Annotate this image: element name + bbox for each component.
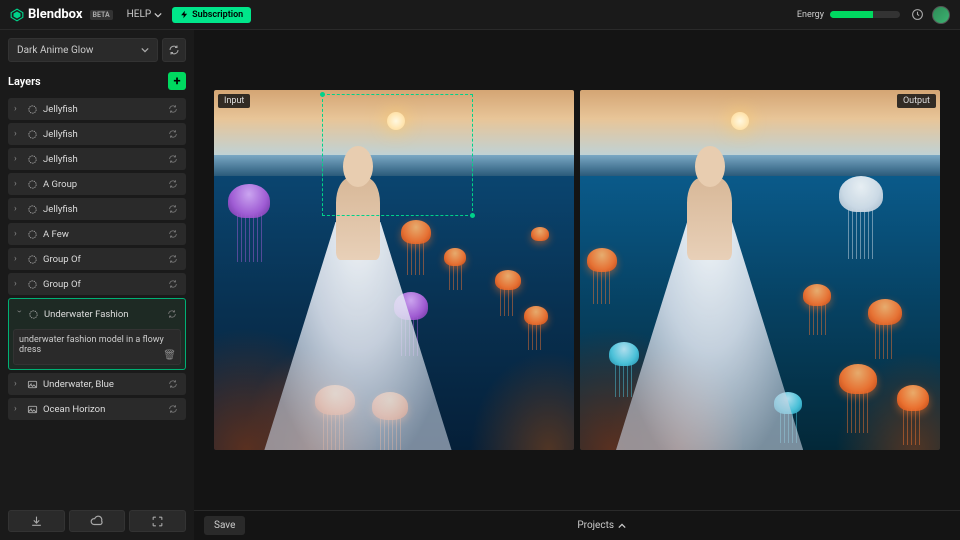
layer-item[interactable]: › A Few	[8, 223, 186, 245]
layer-name: Group Of	[43, 279, 163, 290]
layer-name: Ocean Horizon	[43, 404, 163, 415]
save-button[interactable]: Save	[204, 516, 245, 535]
model-figure	[616, 133, 803, 450]
image-icon	[27, 379, 38, 390]
help-menu[interactable]: HELP	[127, 9, 163, 20]
output-canvas[interactable]: Output	[580, 90, 940, 450]
chevron-right-icon: ›	[14, 204, 22, 214]
chevron-right-icon: ›	[14, 279, 22, 289]
avatar[interactable]	[932, 6, 950, 24]
layer-item[interactable]: › Underwater, Blue	[8, 373, 186, 395]
layer-item[interactable]: › Jellyfish	[8, 123, 186, 145]
layer-name: A Few	[43, 229, 163, 240]
download-button[interactable]	[8, 510, 65, 532]
refresh-icon	[168, 44, 180, 56]
logo: Blendbox BETA	[10, 7, 113, 22]
image-icon	[27, 404, 38, 415]
reload-icon	[27, 129, 38, 140]
expand-icon	[151, 515, 164, 528]
chevron-right-icon: ›	[14, 179, 22, 189]
layer-refresh-icon[interactable]	[168, 179, 180, 189]
layer-name: Jellyfish	[43, 129, 163, 140]
layer-item[interactable]: › Jellyfish	[8, 148, 186, 170]
reload-icon	[27, 279, 38, 290]
input-label: Input	[218, 94, 250, 108]
cloud-icon	[90, 514, 104, 528]
layers-list: › Jellyfish › Jellyfish › Jellyfish › A Group › J…	[8, 98, 186, 500]
beta-badge: BETA	[90, 10, 113, 20]
style-select[interactable]: Dark Anime Glow	[8, 38, 158, 62]
output-label: Output	[897, 94, 936, 108]
bolt-icon	[180, 10, 189, 19]
history-button[interactable]	[910, 8, 924, 22]
layers-title: Layers	[8, 75, 41, 88]
brand-name: Blendbox	[28, 7, 83, 22]
layer-name: Jellyfish	[43, 204, 163, 215]
subscription-button[interactable]: Subscription	[172, 7, 251, 23]
layer-item[interactable]: › Jellyfish	[8, 98, 186, 120]
chevron-right-icon: ›	[14, 229, 22, 239]
chevron-down-icon	[141, 46, 149, 54]
add-layer-button[interactable]: +	[168, 72, 186, 90]
energy-meter: Energy	[797, 10, 900, 20]
layer-item[interactable]: › Group Of	[8, 248, 186, 270]
chevron-right-icon: ›	[14, 104, 22, 114]
layer-refresh-icon[interactable]	[168, 104, 180, 114]
chevron-down-icon	[154, 11, 162, 19]
layer-refresh-icon[interactable]	[168, 279, 180, 289]
reload-icon	[28, 309, 39, 320]
layer-refresh-icon[interactable]	[168, 254, 180, 264]
reload-icon	[27, 229, 38, 240]
bottom-bar: Save Projects	[194, 510, 960, 540]
chevron-right-icon: ›	[14, 254, 22, 264]
top-bar: Blendbox BETA HELP Subscription Energy	[0, 0, 960, 30]
reload-icon	[27, 104, 38, 115]
logo-icon	[10, 8, 24, 22]
layer-name: A Group	[43, 179, 163, 190]
prompt-input[interactable]: underwater fashion model in a flowy dres…	[13, 329, 181, 365]
layer-name: Group Of	[43, 254, 163, 265]
layer-item-active[interactable]: › Underwater Fashion underwater fashion mo…	[8, 298, 186, 370]
chevron-right-icon: ›	[14, 404, 22, 414]
expand-button[interactable]	[129, 510, 186, 532]
sidebar: Dark Anime Glow Layers + › Jellyfish › Jell…	[0, 30, 194, 540]
layer-refresh-icon[interactable]	[168, 229, 180, 239]
layer-refresh-icon[interactable]	[168, 154, 180, 164]
canvas-area: Input	[194, 30, 960, 540]
layer-name: Underwater Fashion	[44, 309, 162, 320]
layer-name: Jellyfish	[43, 104, 163, 115]
chevron-up-icon	[618, 522, 626, 530]
input-canvas[interactable]: Input	[214, 90, 574, 450]
layer-refresh-icon[interactable]	[168, 129, 180, 139]
layer-item[interactable]: › Jellyfish	[8, 198, 186, 220]
energy-bar	[830, 11, 900, 18]
layer-item[interactable]: › Group Of	[8, 273, 186, 295]
reload-icon	[27, 204, 38, 215]
chevron-right-icon: ›	[14, 154, 22, 164]
cloud-button[interactable]	[69, 510, 126, 532]
chevron-right-icon: ›	[14, 129, 22, 139]
reload-icon	[27, 154, 38, 165]
reload-icon	[27, 254, 38, 265]
layer-refresh-icon[interactable]	[168, 379, 180, 389]
reload-icon	[27, 179, 38, 190]
refresh-style-button[interactable]	[162, 38, 186, 62]
projects-menu[interactable]: Projects	[577, 520, 626, 531]
layer-item[interactable]: › A Group	[8, 173, 186, 195]
download-icon	[30, 515, 43, 528]
chevron-down-icon: ›	[14, 310, 24, 318]
delete-icon[interactable]: 🗑	[163, 350, 176, 361]
layer-refresh-icon[interactable]	[168, 404, 180, 414]
layer-item[interactable]: › Ocean Horizon	[8, 398, 186, 420]
chevron-right-icon: ›	[14, 379, 22, 389]
layer-refresh-icon[interactable]	[167, 309, 179, 319]
layer-name: Jellyfish	[43, 154, 163, 165]
layer-name: Underwater, Blue	[43, 379, 163, 390]
layer-refresh-icon[interactable]	[168, 204, 180, 214]
selection-box[interactable]	[322, 94, 473, 216]
